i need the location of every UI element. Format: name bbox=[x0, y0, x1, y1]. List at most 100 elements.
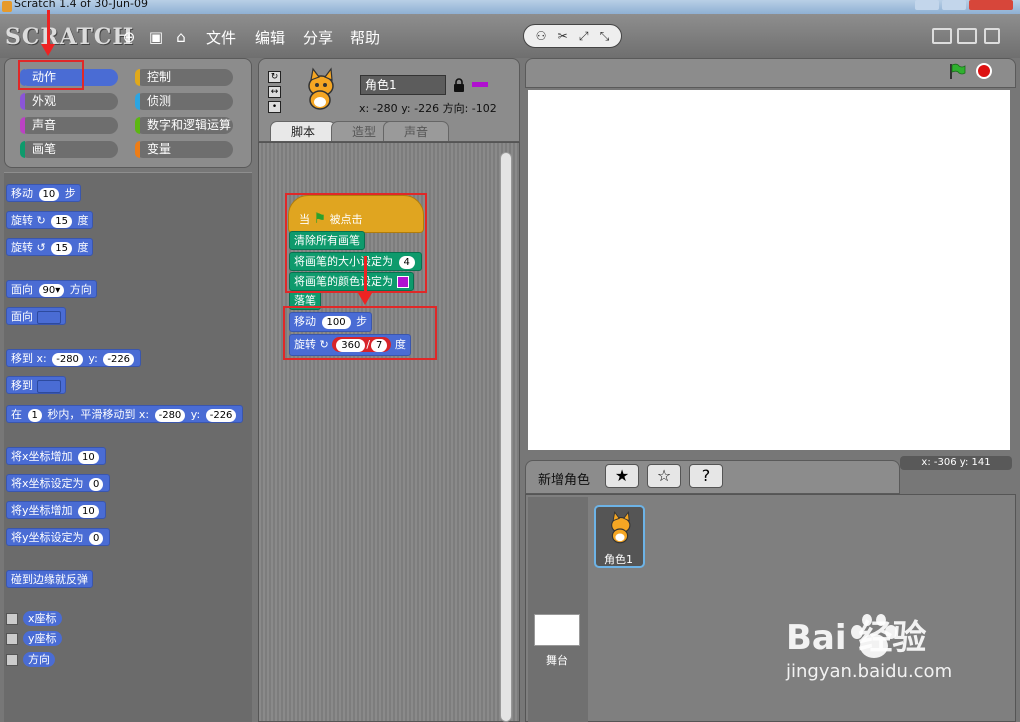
block-number[interactable]: -226 bbox=[103, 353, 135, 366]
palette-change-y-block[interactable]: 将y坐标增加 10 bbox=[6, 501, 106, 519]
left-right-flip-icon[interactable]: ↔ bbox=[268, 86, 281, 98]
block-text: 将x坐标增加 bbox=[11, 450, 73, 463]
watermark-url: jingyan.baidu.com bbox=[786, 661, 953, 682]
stop-icon[interactable] bbox=[976, 63, 992, 79]
share-house-icon[interactable]: ⌂ bbox=[172, 28, 190, 46]
direction-label: 方向: bbox=[442, 102, 469, 115]
x-position-reporter[interactable]: x座标 bbox=[23, 611, 62, 626]
stage-label: 舞台 bbox=[546, 654, 568, 667]
palette-goto-block[interactable]: 移到 bbox=[6, 376, 66, 394]
block-text: 秒内，平滑移动到 x: bbox=[47, 408, 150, 421]
block-number[interactable]: 15 bbox=[51, 242, 72, 255]
random-sprite-icon[interactable]: ? bbox=[689, 464, 723, 488]
block-number[interactable]: 0 bbox=[89, 478, 104, 491]
close-button[interactable] bbox=[969, 0, 1013, 10]
baidu-watermark: Bai 经验 jingyan.baidu.com bbox=[786, 610, 952, 682]
annotation-arrow-head bbox=[41, 44, 55, 56]
category-variables[interactable]: 变量 bbox=[135, 141, 233, 158]
scripts-scrollbar[interactable] bbox=[500, 152, 512, 722]
mouse-y: y: 141 bbox=[959, 457, 991, 468]
annotation-arrow-shaft bbox=[47, 10, 50, 46]
sprite-name-input[interactable]: 角色1 bbox=[360, 75, 446, 95]
palette-bounce-block[interactable]: 碰到边缘就反弹 bbox=[6, 570, 93, 588]
block-text: 方向 bbox=[69, 283, 92, 296]
rotate-cw-icon: ↻ bbox=[36, 214, 46, 227]
category-pen[interactable]: 画笔 bbox=[20, 141, 118, 158]
mouse-x: x: -306 bbox=[921, 457, 957, 468]
palette-point-direction-block[interactable]: 面向 90▾ 方向 bbox=[6, 280, 97, 298]
palette-turn-ccw-block[interactable]: 旋转 ↺ 15 度 bbox=[6, 238, 94, 256]
palette-turn-cw-block[interactable]: 旋转 ↻ 15 度 bbox=[6, 211, 94, 229]
grow-tool-icon[interactable]: ⤢ bbox=[579, 29, 589, 44]
palette-glide-block[interactable]: 在 1 秒内，平滑移动到 x: -280 y: -226 bbox=[6, 405, 244, 423]
scratch-logo: SCRATCH bbox=[5, 24, 135, 50]
category-operators[interactable]: 数字和逻辑运算 bbox=[135, 117, 233, 134]
tab-sounds[interactable]: 声音 bbox=[383, 121, 449, 141]
block-text: 将y坐标设定为 bbox=[11, 531, 84, 544]
menu-help[interactable]: 帮助 bbox=[350, 27, 380, 48]
block-number[interactable]: -280 bbox=[154, 409, 186, 422]
language-globe-icon[interactable]: ⊕ bbox=[120, 28, 138, 46]
choose-sprite-file-icon[interactable]: ☆ bbox=[647, 464, 681, 488]
y-position-reporter[interactable]: y座标 bbox=[23, 631, 62, 646]
mouse-coordinates: x: -306 y: 141 bbox=[900, 456, 1012, 470]
x-position-checkbox[interactable] bbox=[6, 613, 18, 625]
block-text: 将x坐标设定为 bbox=[11, 477, 84, 490]
tab-scripts[interactable]: 脚本 bbox=[270, 121, 336, 141]
category-control[interactable]: 控制 bbox=[135, 69, 233, 86]
block-number[interactable]: 10 bbox=[78, 505, 99, 518]
dropdown[interactable] bbox=[36, 379, 61, 393]
palette-set-x-block[interactable]: 将x坐标设定为 0 bbox=[6, 474, 111, 492]
block-text: 移到 bbox=[11, 379, 33, 392]
window-titlebar: Scratch 1.4 of 30-Jun-09 bbox=[0, 0, 1020, 14]
palette-goto-xy-block[interactable]: 移到 x: -280 y: -226 bbox=[6, 349, 142, 367]
no-rotate-icon[interactable]: • bbox=[268, 101, 281, 113]
dropdown[interactable] bbox=[36, 310, 61, 324]
minimize-button[interactable] bbox=[915, 0, 939, 10]
menu-file[interactable]: 文件 bbox=[206, 27, 236, 48]
duplicate-tool-icon[interactable]: ⚇ bbox=[536, 29, 547, 43]
lock-icon[interactable] bbox=[453, 78, 465, 92]
block-number[interactable]: 10 bbox=[78, 451, 99, 464]
palette-point-towards-block[interactable]: 面向 bbox=[6, 307, 66, 325]
direction-value: -102 bbox=[471, 102, 497, 115]
pen-color-swatch bbox=[472, 82, 488, 87]
block-number[interactable]: 0 bbox=[89, 532, 104, 545]
y-position-checkbox[interactable] bbox=[6, 633, 18, 645]
menu-edit[interactable]: 编辑 bbox=[255, 27, 285, 48]
green-flag-icon[interactable] bbox=[948, 63, 966, 79]
palette-change-x-block[interactable]: 将x坐标增加 10 bbox=[6, 447, 106, 465]
y-label: y: bbox=[401, 102, 411, 115]
annotation-highlight-motion bbox=[18, 60, 84, 90]
presentation-mode-icon[interactable] bbox=[984, 28, 1000, 44]
block-number[interactable]: -226 bbox=[205, 409, 237, 422]
palette-move-block[interactable]: 移动 10 步 bbox=[6, 184, 81, 202]
category-sensing[interactable]: 侦测 bbox=[135, 93, 233, 110]
annotation-highlight-pen-script bbox=[285, 193, 427, 293]
normal-stage-icon[interactable] bbox=[957, 28, 977, 44]
small-stage-icon[interactable] bbox=[932, 28, 952, 44]
new-sprite-label: 新增角色 bbox=[538, 473, 591, 488]
block-number[interactable]: 15 bbox=[51, 215, 72, 228]
x-label: x: bbox=[359, 102, 370, 115]
palette-set-y-block[interactable]: 将y坐标设定为 0 bbox=[6, 528, 111, 546]
block-number[interactable]: -280 bbox=[52, 353, 83, 366]
category-sound[interactable]: 声音 bbox=[20, 117, 118, 134]
block-number[interactable]: 1 bbox=[27, 409, 42, 422]
x-value: -280 bbox=[372, 102, 398, 115]
menu-share[interactable]: 分享 bbox=[303, 27, 333, 48]
save-icon[interactable]: ▣ bbox=[147, 28, 165, 46]
category-looks[interactable]: 外观 bbox=[20, 93, 118, 110]
shrink-tool-icon[interactable]: ⤡ bbox=[600, 29, 610, 44]
direction-reporter[interactable]: 方向 bbox=[23, 652, 55, 667]
paint-new-sprite-icon[interactable]: ★ bbox=[605, 464, 639, 488]
watermark-brand: Bai 经验 bbox=[786, 618, 927, 658]
block-number[interactable]: 10 bbox=[38, 188, 60, 201]
block-number[interactable]: 90▾ bbox=[38, 284, 65, 297]
direction-checkbox[interactable] bbox=[6, 654, 18, 666]
stage-thumbnail[interactable] bbox=[534, 614, 580, 646]
rotate-all-around-icon[interactable]: ↻ bbox=[268, 71, 281, 83]
stage-canvas[interactable] bbox=[528, 90, 1010, 450]
maximize-button[interactable] bbox=[942, 0, 966, 10]
delete-tool-icon[interactable]: ✂ bbox=[558, 29, 568, 43]
